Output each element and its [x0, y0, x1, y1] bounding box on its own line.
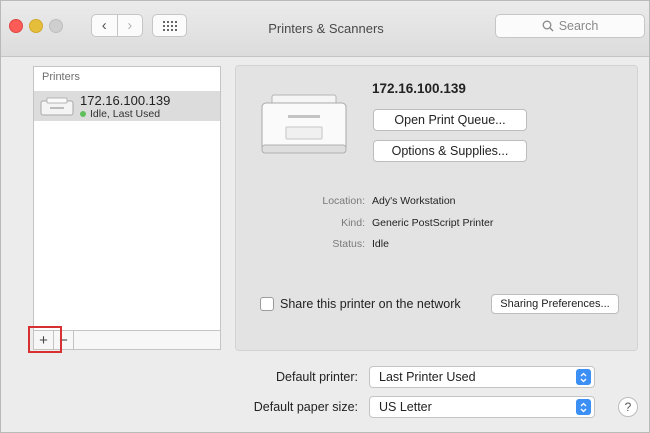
printer-image-icon: [261, 94, 347, 154]
help-button[interactable]: ?: [618, 397, 638, 417]
printer-name-heading: 172.16.100.139: [372, 81, 466, 96]
default-paper-size-value: US Letter: [379, 400, 432, 414]
printer-list-name: 172.16.100.139: [80, 93, 171, 108]
printers-list-header: Printers: [42, 71, 80, 83]
kind-value: Generic PostScript Printer: [372, 217, 494, 229]
select-stepper-icon: [576, 369, 591, 385]
default-printer-select[interactable]: Last Printer Used: [369, 366, 595, 388]
window-title: Printers & Scanners: [268, 21, 384, 36]
printer-list-item[interactable]: 172.16.100.139 Idle, Last Used: [34, 91, 220, 121]
location-label: Location:: [322, 195, 365, 207]
title-bar: ‹ › Printers & Scanners Search: [1, 1, 649, 57]
grid-icon: [162, 20, 177, 31]
printer-list-status: Idle, Last Used: [80, 108, 160, 120]
minimize-window-button[interactable]: [29, 19, 43, 33]
default-paper-size-label: Default paper size:: [253, 400, 358, 414]
status-value: Idle: [372, 238, 389, 250]
printers-scanners-window: ‹ › Printers & Scanners Search Printers: [0, 0, 650, 433]
share-printer-checkbox[interactable]: [260, 297, 274, 311]
default-paper-size-select[interactable]: US Letter: [369, 396, 595, 418]
printer-icon: [40, 97, 74, 116]
status-dot-icon: [80, 111, 86, 117]
close-window-button[interactable]: [9, 19, 23, 33]
zoom-window-button[interactable]: [49, 19, 63, 33]
search-placeholder: Search: [558, 19, 599, 33]
select-stepper-icon: [576, 399, 591, 415]
chevron-left-icon: ‹: [101, 17, 107, 34]
options-supplies-button[interactable]: Options & Supplies...: [373, 140, 527, 162]
kind-label: Kind:: [341, 217, 365, 229]
status-label: Status:: [332, 238, 365, 250]
default-printer-value: Last Printer Used: [379, 370, 476, 384]
share-printer-label[interactable]: Share this printer on the network: [280, 297, 461, 311]
add-button-highlight: [28, 326, 62, 353]
printer-list-status-text: Idle, Last Used: [90, 108, 161, 120]
location-value: Ady's Workstation: [372, 195, 456, 207]
printers-list: Printers 172.16.100.139 Idle, Last Used …: [33, 66, 221, 350]
default-printer-label: Default printer:: [276, 370, 358, 384]
sharing-preferences-button[interactable]: Sharing Preferences...: [491, 294, 619, 314]
chevron-right-icon: ›: [127, 17, 133, 34]
show-all-button[interactable]: [152, 14, 187, 37]
search-icon: [542, 20, 554, 32]
printer-details-panel: 172.16.100.139 Open Print Queue... Optio…: [235, 65, 638, 351]
search-field[interactable]: Search: [495, 14, 645, 38]
open-print-queue-button[interactable]: Open Print Queue...: [373, 109, 527, 131]
back-forward-nav: ‹ ›: [91, 14, 143, 37]
back-button[interactable]: ‹: [92, 15, 117, 36]
forward-button[interactable]: ›: [116, 15, 143, 36]
